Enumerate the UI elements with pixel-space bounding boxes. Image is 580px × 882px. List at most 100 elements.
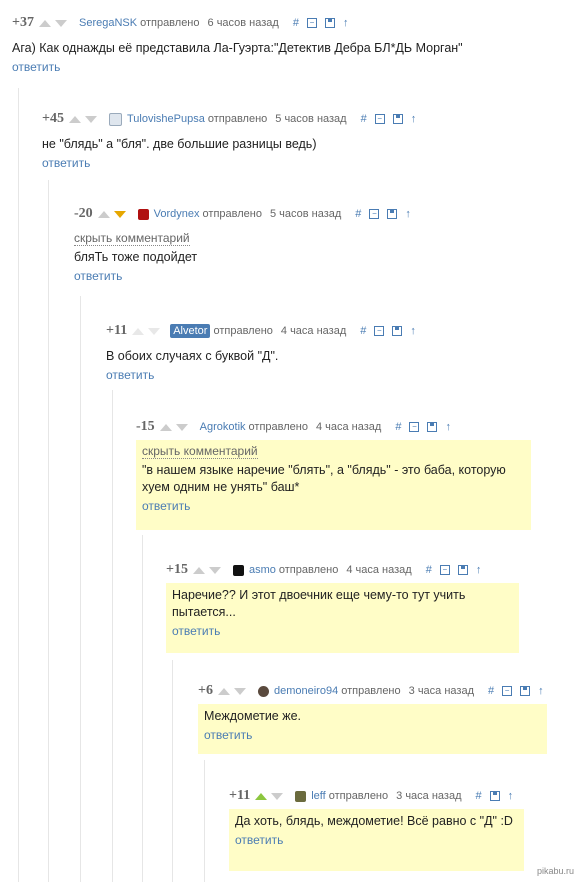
comment-header: -15 Agrokotik отправлено 4 часа назад # … xyxy=(136,418,451,436)
comment-rating: +15 xyxy=(166,562,188,577)
comment-body: Ага) Как однажды её представила Ла-Гуэрт… xyxy=(12,36,572,78)
comment-author[interactable]: leff xyxy=(311,790,325,802)
downvote-icon[interactable] xyxy=(208,566,221,574)
reply-link[interactable]: ответить xyxy=(172,624,513,638)
comment-author[interactable]: Vordynex xyxy=(154,208,200,220)
reply-link[interactable]: ответить xyxy=(42,156,566,170)
hide-comment-link[interactable]: скрыть комментарий xyxy=(74,231,190,246)
comment-body: не "блядь" а "бля". две большие разницы … xyxy=(42,132,572,174)
comment-actions: # − ↑ xyxy=(488,685,544,697)
comment-time: 5 часов назад xyxy=(275,113,347,125)
comment-header: +11 leff отправлено 3 часа назад # ↑ xyxy=(229,787,513,805)
link-icon[interactable]: # xyxy=(476,790,482,802)
link-icon[interactable]: # xyxy=(488,685,494,697)
downvote-icon[interactable] xyxy=(113,210,126,218)
link-icon[interactable]: # xyxy=(360,325,366,337)
upvote-icon[interactable] xyxy=(255,792,268,800)
link-icon[interactable]: # xyxy=(395,421,401,433)
downvote-icon[interactable] xyxy=(175,423,188,431)
parent-arrow-icon[interactable]: ↑ xyxy=(508,790,514,802)
upvote-icon[interactable] xyxy=(97,210,110,218)
sent-label: отправлено xyxy=(140,17,200,29)
link-icon[interactable]: # xyxy=(355,208,361,220)
collapse-icon[interactable]: − xyxy=(369,209,380,219)
upvote-icon[interactable] xyxy=(68,115,81,123)
comment-rating: +37 xyxy=(12,15,34,30)
comment-body: скрыть комментарий бляТь тоже подойдет о… xyxy=(74,227,572,287)
comment-rating: +11 xyxy=(229,788,251,803)
upvote-icon[interactable] xyxy=(132,327,145,335)
reply-link[interactable]: ответить xyxy=(204,728,541,742)
parent-arrow-icon[interactable]: ↑ xyxy=(411,113,417,125)
parent-arrow-icon[interactable]: ↑ xyxy=(476,564,482,576)
comment-text: "в нашем языке наречие "блять", а "блядь… xyxy=(142,463,506,494)
upvote-icon[interactable] xyxy=(38,19,51,27)
reply-link[interactable]: ответить xyxy=(106,368,566,382)
sent-label: отправлено xyxy=(341,685,401,697)
avatar xyxy=(232,564,244,576)
comment-text: Да хоть, блядь, междометие! Всё равно с … xyxy=(235,814,513,828)
collapse-icon[interactable]: − xyxy=(409,422,420,432)
save-icon[interactable] xyxy=(387,209,398,219)
comment-rating: -20 xyxy=(74,206,93,221)
downvote-icon[interactable] xyxy=(271,792,284,800)
reply-link[interactable]: ответить xyxy=(142,499,525,513)
comment-body: Да хоть, блядь, междометие! Всё равно с … xyxy=(229,809,524,871)
parent-arrow-icon[interactable]: ↑ xyxy=(343,17,349,29)
upvote-icon[interactable] xyxy=(192,566,205,574)
link-icon[interactable]: # xyxy=(361,113,367,125)
comment-author[interactable]: TulovishePupsa xyxy=(127,113,205,125)
sent-label: отправлено xyxy=(278,564,339,576)
comment-actions: # − ↑ xyxy=(426,564,482,576)
comment-header: +45 TulovishePupsa отправлено 5 часов на… xyxy=(42,110,416,128)
save-icon[interactable] xyxy=(392,114,403,124)
downvote-icon[interactable] xyxy=(84,115,97,123)
comment-author[interactable]: Alvetor xyxy=(170,324,211,338)
save-icon[interactable] xyxy=(489,791,500,801)
comment-time: 3 часа назад xyxy=(396,790,462,802)
reply-link[interactable]: ответить xyxy=(74,269,566,283)
save-icon[interactable] xyxy=(427,422,438,432)
comment-text: Наречие?? И этот двоечник еще чему-то ту… xyxy=(172,588,466,619)
upvote-icon[interactable] xyxy=(217,687,230,695)
upvote-icon[interactable] xyxy=(159,423,172,431)
comment-header: +11 Alvetor отправлено 4 часа назад # − … xyxy=(106,322,416,340)
downvote-icon[interactable] xyxy=(148,327,161,335)
comment-actions: # − ↑ xyxy=(355,208,411,220)
collapse-icon[interactable]: − xyxy=(502,686,513,696)
thread-line xyxy=(48,180,49,882)
comment-text: В обоих случаях с буквой "Д". xyxy=(106,349,279,363)
save-icon[interactable] xyxy=(520,686,531,696)
downvote-icon[interactable] xyxy=(54,19,67,27)
comment-rating: +45 xyxy=(42,111,64,126)
collapse-icon[interactable]: − xyxy=(374,114,385,124)
collapse-icon[interactable]: − xyxy=(439,565,450,575)
link-icon[interactable]: # xyxy=(426,564,432,576)
hide-comment-link[interactable]: скрыть комментарий xyxy=(142,444,258,459)
parent-arrow-icon[interactable]: ↑ xyxy=(445,421,451,433)
comment-actions: # − ↑ xyxy=(395,421,451,433)
collapse-icon[interactable]: − xyxy=(374,326,385,336)
reply-link[interactable]: ответить xyxy=(235,833,518,847)
comment-rating: +6 xyxy=(198,683,213,698)
save-icon[interactable] xyxy=(392,326,403,336)
downvote-icon[interactable] xyxy=(233,687,246,695)
parent-arrow-icon[interactable]: ↑ xyxy=(538,685,544,697)
comment-author[interactable]: demoneiro94 xyxy=(274,685,338,697)
parent-arrow-icon[interactable]: ↑ xyxy=(405,208,411,220)
comment: +45 TulovishePupsa отправлено 5 часов на… xyxy=(42,110,572,180)
link-icon[interactable]: # xyxy=(293,17,299,29)
save-icon[interactable] xyxy=(324,18,335,28)
save-icon[interactable] xyxy=(457,565,468,575)
comment-body: В обоих случаях с буквой "Д". ответить xyxy=(106,344,572,386)
comment-author[interactable]: SeregaNSK xyxy=(79,17,137,29)
comment-text: бляТь тоже подойдет xyxy=(74,250,198,264)
parent-arrow-icon[interactable]: ↑ xyxy=(410,325,416,337)
comment-author[interactable]: asmo xyxy=(249,564,276,576)
comment-time: 6 часов назад xyxy=(207,17,279,29)
thread-line xyxy=(204,760,205,882)
reply-link[interactable]: ответить xyxy=(12,60,566,74)
collapse-icon[interactable]: − xyxy=(306,18,317,28)
comment-author[interactable]: Agrokotik xyxy=(200,421,246,433)
avatar xyxy=(137,208,149,220)
